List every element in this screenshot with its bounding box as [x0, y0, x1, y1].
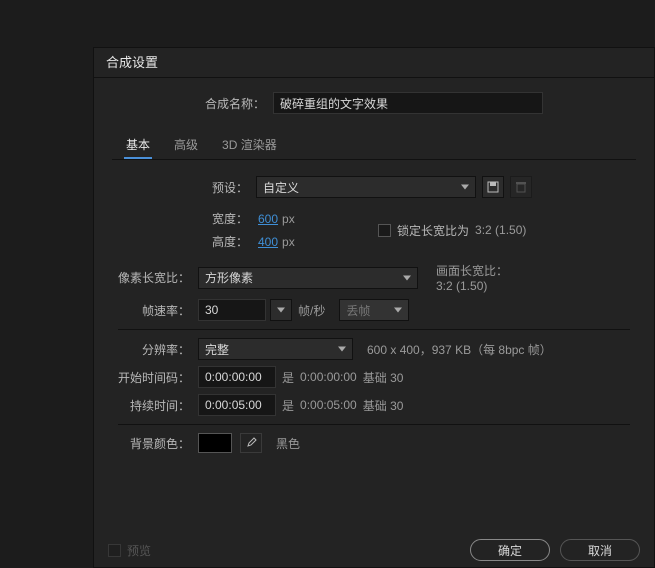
bg-color-label: 背景颜色： — [118, 435, 198, 452]
dur-is: 是 — [282, 397, 294, 414]
comp-name-label: 合成名称： — [205, 95, 273, 112]
fps-input[interactable] — [198, 299, 266, 321]
par-label: 像素长宽比： — [118, 269, 198, 286]
start-basis: 基础 30 — [363, 369, 404, 386]
fps-label: 帧速率： — [118, 302, 198, 319]
height-unit: px — [282, 235, 295, 249]
preset-label: 预设： — [208, 179, 256, 196]
lock-aspect-label: 锁定长宽比为 — [397, 222, 469, 239]
start-is: 是 — [282, 369, 294, 386]
cancel-button[interactable]: 取消 — [560, 539, 640, 561]
dur-basis: 基础 30 — [363, 397, 404, 414]
trash-icon — [516, 181, 526, 193]
preset-select[interactable]: 自定义 — [256, 176, 476, 198]
duration-input[interactable] — [198, 394, 276, 416]
fps-unit: 帧/秒 — [298, 302, 325, 319]
tab-renderer[interactable]: 3D 渲染器 — [220, 132, 279, 159]
height-label: 高度： — [208, 233, 256, 250]
par-select[interactable]: 方形像素 — [198, 267, 418, 289]
duration-label: 持续时间： — [118, 397, 198, 414]
basic-panel: 预设： 自定义 宽度： 600 px 高度： — [112, 159, 636, 463]
save-icon — [487, 181, 499, 193]
tabs: 基本 高级 3D 渲染器 — [112, 124, 636, 159]
frame-aspect-value: 3:2 (1.50) — [436, 279, 508, 293]
start-base: 0:00:00:00 — [300, 370, 357, 384]
height-value[interactable]: 400 — [258, 235, 278, 249]
composition-settings-dialog: 合成设置 合成名称： 基本 高级 3D 渲染器 预设： 自定义 — [93, 47, 655, 568]
comp-name-input[interactable] — [273, 92, 543, 114]
save-preset-button[interactable] — [482, 176, 504, 198]
dialog-footer: 预览 确定 取消 — [108, 539, 640, 561]
dur-base: 0:00:05:00 — [300, 398, 357, 412]
start-timecode-label: 开始时间码： — [118, 369, 198, 386]
window-title: 合成设置 — [94, 48, 654, 78]
width-label: 宽度： — [208, 210, 256, 227]
eyedropper-icon — [245, 437, 257, 449]
lock-aspect-ratio: 3:2 (1.50) — [475, 223, 526, 237]
delete-preset-button — [510, 176, 532, 198]
width-unit: px — [282, 212, 295, 226]
ok-button[interactable]: 确定 — [470, 539, 550, 561]
preview-label: 预览 — [127, 542, 151, 559]
dropframe-select: 丢帧 — [339, 299, 409, 321]
start-timecode-input[interactable] — [198, 366, 276, 388]
eyedropper-button[interactable] — [240, 433, 262, 453]
resolution-info: 600 x 400，937 KB（每 8bpc 帧） — [367, 341, 552, 358]
resolution-label: 分辨率： — [118, 341, 198, 358]
width-value[interactable]: 600 — [258, 212, 278, 226]
tab-basic[interactable]: 基本 — [124, 132, 152, 159]
tab-advanced[interactable]: 高级 — [172, 132, 200, 159]
bg-color-name: 黑色 — [276, 435, 300, 452]
bg-color-swatch[interactable] — [198, 433, 232, 453]
preview-checkbox — [108, 544, 121, 557]
dialog-body: 合成名称： 基本 高级 3D 渲染器 预设： 自定义 — [94, 78, 654, 463]
frame-aspect-label: 画面长宽比： — [436, 262, 508, 279]
fps-dropdown[interactable] — [270, 299, 292, 321]
lock-aspect-checkbox[interactable] — [378, 224, 391, 237]
resolution-select[interactable]: 完整 — [198, 338, 353, 360]
